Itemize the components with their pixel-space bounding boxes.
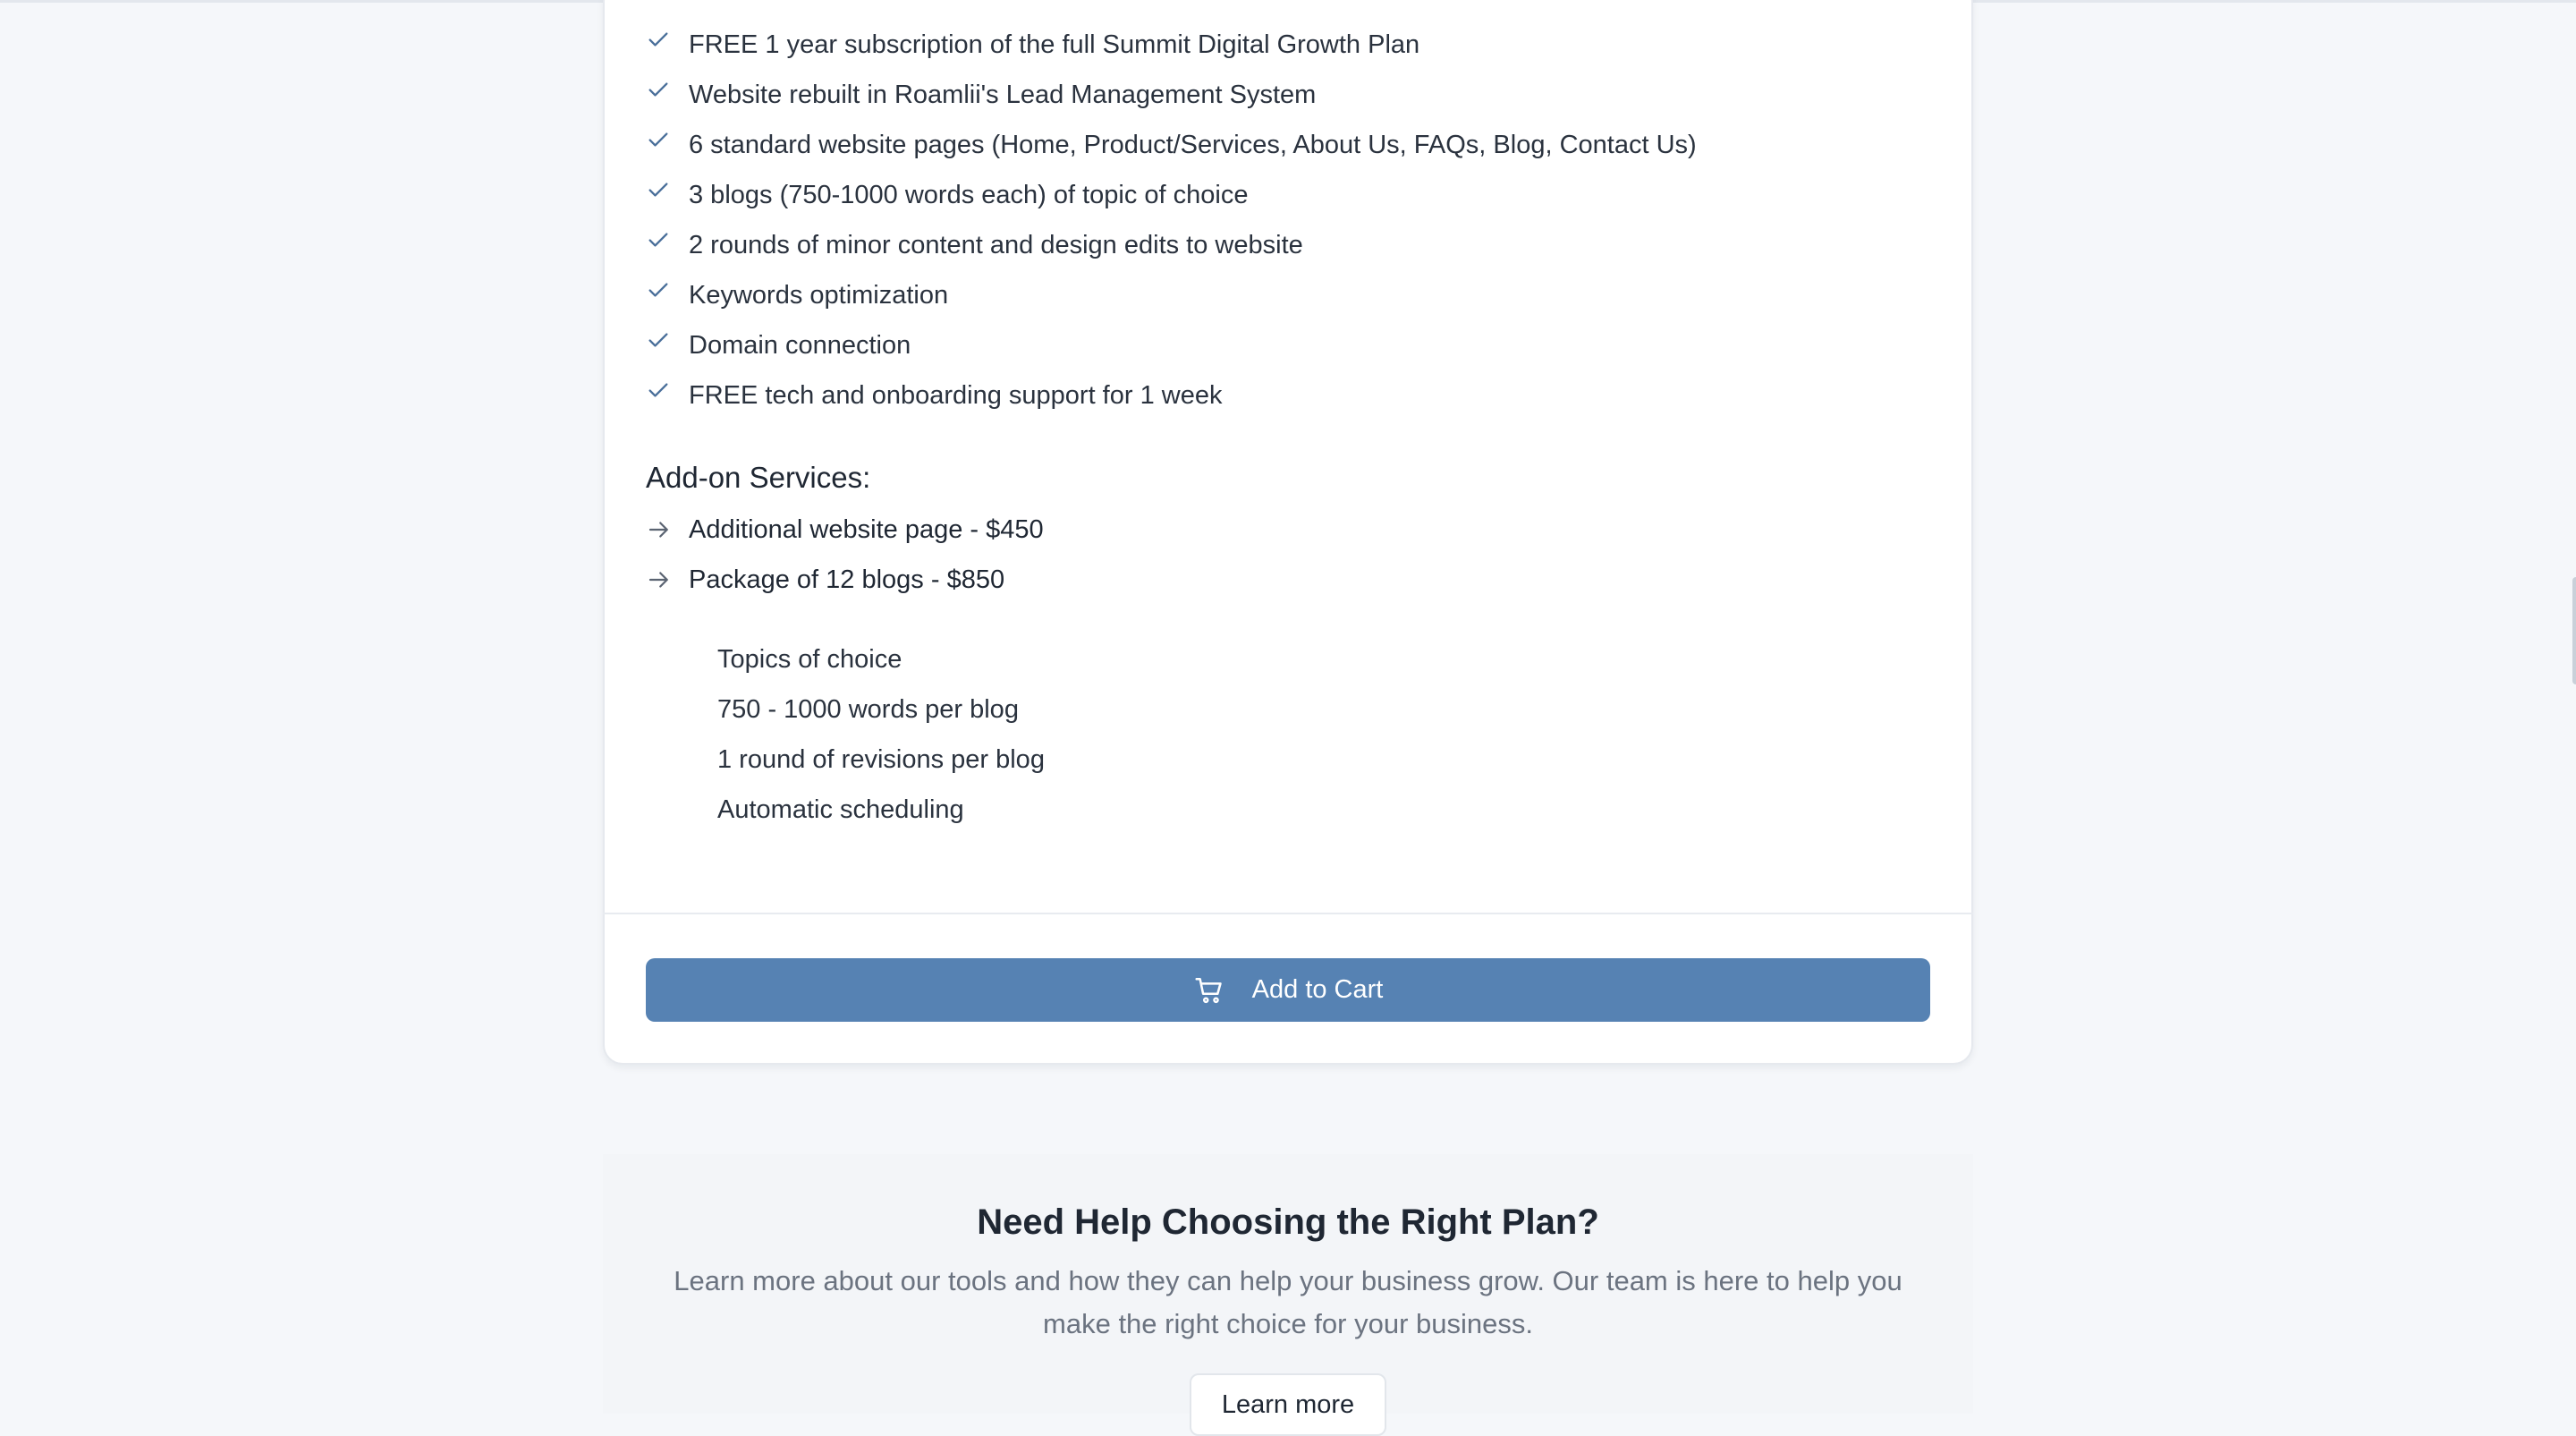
addon-item-label: Additional website page - $450 [689, 514, 1044, 544]
addon-item-label: Package of 12 blogs - $850 [689, 565, 1005, 594]
plan-feature-label: FREE tech and onboarding support for 1 w… [689, 381, 1223, 410]
plan-feature-label: Website rebuilt in Roamlii's Lead Manage… [689, 81, 1317, 109]
check-icon [648, 132, 668, 147]
arrow-right-icon [648, 522, 668, 538]
check-icon [648, 233, 668, 247]
plan-feature: Website rebuilt in Roamlii's Lead Manage… [646, 70, 1697, 120]
blog-package-detail: Automatic scheduling [717, 795, 964, 824]
side-panel-tab[interactable] [2572, 577, 2576, 684]
check-icon [648, 383, 668, 397]
addon-services-heading: Add-on Services: [646, 461, 871, 494]
check-icon [648, 32, 668, 47]
plan-feature: Domain connection [646, 320, 1697, 370]
check-icon [648, 283, 668, 297]
check-icon [648, 333, 668, 347]
plan-feature-label: Keywords optimization [689, 281, 949, 310]
blog-package-detail: 1 round of revisions per blog [717, 745, 1045, 774]
arrow-right-icon [648, 572, 668, 588]
blog-package-details: Topics of choice 750 - 1000 words per bl… [717, 634, 1045, 835]
plan-feature: FREE tech and onboarding support for 1 w… [646, 370, 1697, 421]
plan-feature-list: FREE 1 year subscription of the full Sum… [646, 20, 1697, 421]
check-icon [648, 183, 668, 197]
plan-feature-label: 6 standard website pages (Home, Product/… [689, 131, 1697, 159]
learn-more-button[interactable]: Learn more [1190, 1373, 1386, 1436]
help-title: Need Help Choosing the Right Plan? [977, 1202, 1599, 1242]
addon-item: Package of 12 blogs - $850 [646, 555, 1044, 605]
blog-package-detail: 750 - 1000 words per blog [717, 695, 1019, 724]
help-description: Learn more about our tools and how they … [674, 1265, 1902, 1339]
check-icon [648, 82, 668, 97]
plan-feature: 2 rounds of minor content and design edi… [646, 220, 1697, 270]
plan-feature: 6 standard website pages (Home, Product/… [646, 120, 1697, 170]
addon-services-list: Additional website page - $450 Package o… [646, 505, 1044, 605]
plan-feature: Keywords optimization [646, 270, 1697, 320]
plan-feature-label: 2 rounds of minor content and design edi… [689, 231, 1303, 259]
blog-package-detail: Topics of choice [717, 645, 902, 674]
add-to-cart-button[interactable]: Add to Cart [646, 958, 1930, 1022]
shopping-cart-icon [1195, 977, 1222, 1003]
plan-feature-label: Domain connection [689, 331, 911, 360]
plan-feature: FREE 1 year subscription of the full Sum… [646, 20, 1697, 70]
plan-feature: 3 blogs (750-1000 words each) of topic o… [646, 170, 1697, 220]
card-footer-divider [603, 913, 1973, 914]
plan-feature-label: 3 blogs (750-1000 words each) of topic o… [689, 181, 1249, 209]
plan-feature-label: FREE 1 year subscription of the full Sum… [689, 30, 1420, 59]
addon-item: Additional website page - $450 [646, 505, 1044, 555]
add-to-cart-label: Add to Cart [1251, 975, 1384, 1004]
